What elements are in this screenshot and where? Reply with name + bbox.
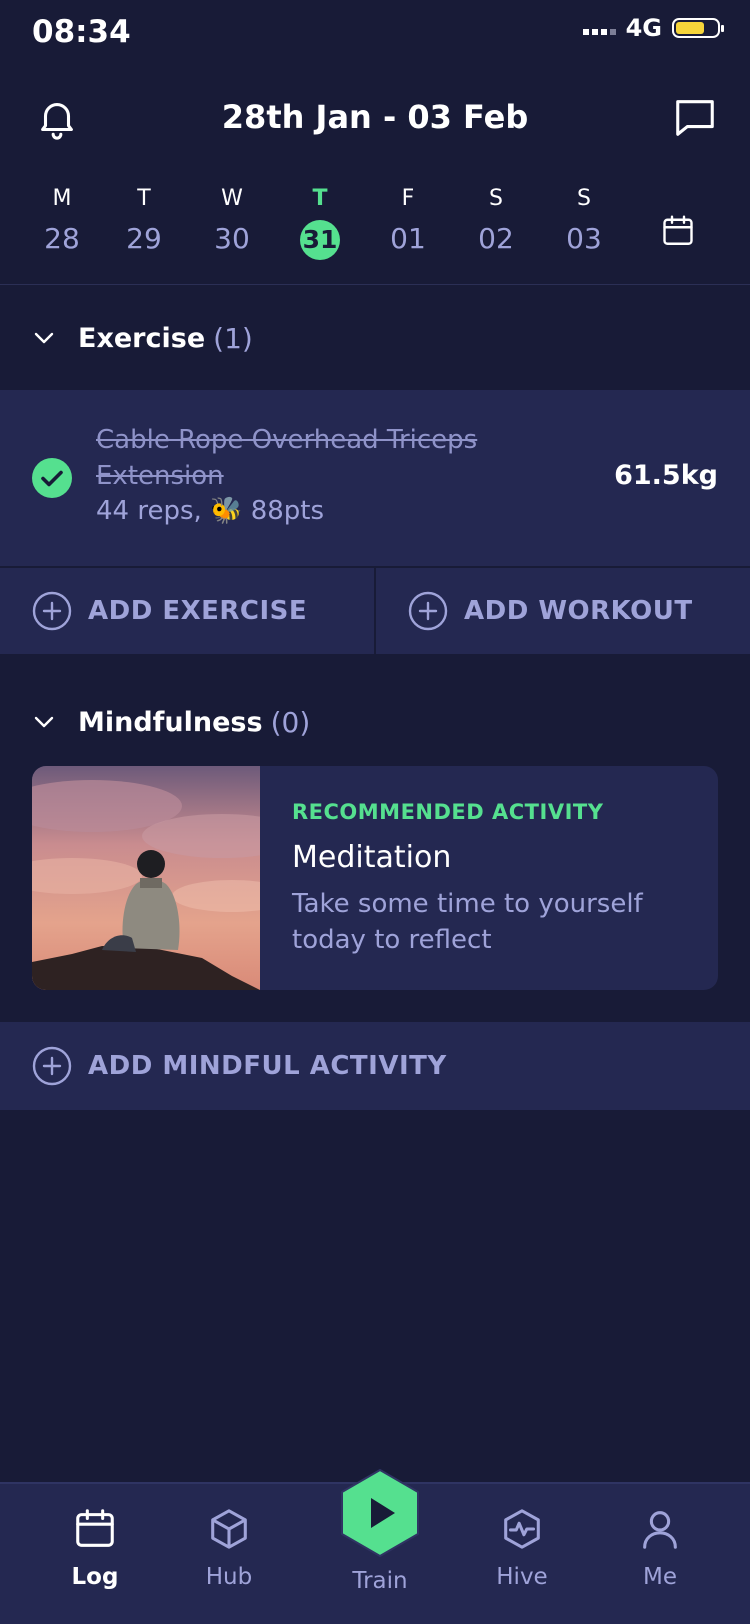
chevron-down-icon xyxy=(34,332,54,344)
mindfulness-section-header[interactable]: Mindfulness (0) xyxy=(0,692,750,752)
section-count: (1) xyxy=(213,321,253,355)
plus-circle-icon xyxy=(408,591,448,631)
tab-log[interactable]: Log xyxy=(40,1506,150,1590)
add-actions: ADD EXERCISE ADD WORKOUT xyxy=(0,566,750,654)
cube-icon xyxy=(211,1509,247,1549)
tab-hive[interactable]: Hive xyxy=(467,1506,577,1590)
add-exercise-label: ADD EXERCISE xyxy=(88,596,308,626)
day-thursday-selected[interactable]: T 31 xyxy=(290,186,350,260)
activity-description: Take some time to yourself today to refl… xyxy=(292,889,643,955)
calendar-icon xyxy=(76,1509,114,1547)
exercise-meta: 44 reps, 🐝 88pts xyxy=(96,496,324,526)
header: 28th Jan - 03 Feb xyxy=(0,86,750,150)
status-time: 08:34 xyxy=(32,14,131,50)
network-type: 4G xyxy=(625,14,662,42)
add-mindful-activity-button[interactable]: ADD MINDFUL ACTIVITY xyxy=(0,1022,750,1110)
day-wednesday[interactable]: W 30 xyxy=(202,186,262,255)
day-letter: M xyxy=(52,186,72,211)
chevron-down-icon xyxy=(34,716,54,728)
day-number: 31 xyxy=(300,220,340,260)
day-number: 03 xyxy=(566,222,602,255)
meditation-photo xyxy=(32,766,260,990)
chat-icon[interactable] xyxy=(672,94,718,140)
day-number: 01 xyxy=(390,222,426,255)
date-range-title[interactable]: 28th Jan - 03 Feb xyxy=(0,98,750,136)
tab-label: Hive xyxy=(496,1564,548,1590)
tab-label: Log xyxy=(71,1564,119,1590)
day-letter: T xyxy=(137,186,151,211)
section-title: Exercise xyxy=(78,322,206,354)
exercise-weight: 61.5kg xyxy=(614,460,718,491)
day-letter: S xyxy=(577,186,591,211)
recommended-activity-card[interactable]: RECOMMENDED ACTIVITY Meditation Take som… xyxy=(32,766,718,990)
day-friday[interactable]: F 01 xyxy=(378,186,438,255)
day-sunday[interactable]: S 03 xyxy=(554,186,614,255)
activity-hexagon-icon xyxy=(504,1509,540,1549)
plus-circle-icon xyxy=(32,591,72,631)
user-icon xyxy=(643,1511,677,1549)
divider xyxy=(0,284,750,285)
exercise-section-header[interactable]: Exercise (1) xyxy=(0,308,750,368)
tab-train-label[interactable]: Train xyxy=(325,1568,435,1594)
day-letter: F xyxy=(401,186,415,211)
recommended-tag: RECOMMENDED ACTIVITY xyxy=(292,800,604,824)
status-bar: 08:34 4G xyxy=(0,0,750,70)
add-workout-label: ADD WORKOUT xyxy=(464,596,693,626)
calendar-icon[interactable] xyxy=(660,212,696,250)
day-monday[interactable]: M 28 xyxy=(32,186,92,255)
day-number: 29 xyxy=(126,222,162,255)
day-letter: T xyxy=(312,186,328,211)
day-letter: S xyxy=(489,186,503,211)
activity-title: Meditation xyxy=(292,840,452,875)
section-count: (0) xyxy=(270,705,311,739)
add-exercise-button[interactable]: ADD EXERCISE xyxy=(0,568,374,654)
exercise-name: Cable Rope Overhead Triceps Extension xyxy=(96,425,478,491)
day-saturday[interactable]: S 02 xyxy=(466,186,526,255)
exercise-item[interactable]: Cable Rope Overhead Triceps Extension 44… xyxy=(0,390,750,566)
week-strip: M 28 T 29 W 30 T 31 F 01 S 02 S 03 xyxy=(0,186,750,274)
exercise-reps: 44 reps, xyxy=(96,496,202,526)
section-title: Mindfulness xyxy=(78,706,263,738)
bee-icon: 🐝 xyxy=(210,496,243,526)
tab-hub[interactable]: Hub xyxy=(174,1506,284,1590)
battery-icon xyxy=(672,18,724,38)
tab-label: Me xyxy=(643,1564,677,1590)
add-workout-button[interactable]: ADD WORKOUT xyxy=(374,568,750,654)
status-indicators: 4G xyxy=(582,14,724,42)
train-play-button[interactable] xyxy=(338,1468,422,1558)
add-mindful-activity-label: ADD MINDFUL ACTIVITY xyxy=(88,1051,447,1081)
tab-label: Hub xyxy=(205,1564,253,1590)
plus-circle-icon xyxy=(32,1046,72,1086)
tab-me[interactable]: Me xyxy=(605,1506,715,1590)
check-icon[interactable] xyxy=(32,458,72,498)
day-number: 30 xyxy=(214,222,250,255)
day-tuesday[interactable]: T 29 xyxy=(114,186,174,255)
exercise-points: 88pts xyxy=(250,496,325,526)
signal-icon xyxy=(582,21,616,35)
day-number: 02 xyxy=(478,222,514,255)
day-number: 28 xyxy=(44,222,80,255)
day-letter: W xyxy=(221,186,243,211)
